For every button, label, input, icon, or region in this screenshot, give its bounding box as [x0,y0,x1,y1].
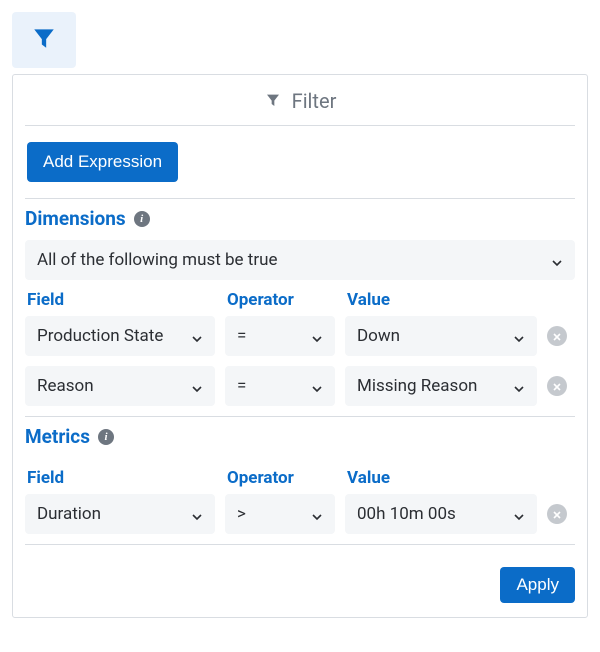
panel-header: Filter [25,81,575,126]
chevron-down-icon [513,380,525,392]
apply-button[interactable]: Apply [500,567,575,603]
operator-select[interactable]: = [225,316,335,356]
value-select[interactable]: Missing Reason [345,366,537,406]
divider [25,544,575,545]
chevron-down-icon [513,508,525,520]
operator-value: > [237,504,246,524]
dimension-row: Production State = Down [25,316,575,356]
remove-row-button[interactable] [547,504,567,524]
field-value: Production State [37,326,163,346]
col-value: Value [345,280,537,316]
add-expression-wrap: Add Expression [25,126,575,190]
metrics-title-row: Metrics i [25,425,575,448]
chevron-down-icon [191,330,203,342]
operator-value: = [237,376,246,396]
close-icon [552,505,562,524]
chevron-down-icon [311,508,323,520]
col-field: Field [25,280,215,316]
dimension-row: Reason = Missing Reason [25,366,575,406]
field-select[interactable]: Production State [25,316,215,356]
value-select[interactable]: 00h 10m 00s [345,494,537,534]
value-value: Down [357,326,400,346]
chevron-down-icon [311,380,323,392]
filter-tab[interactable] [12,12,76,68]
add-expression-button[interactable]: Add Expression [27,142,178,182]
metric-row: Duration > 00h 10m 00s [25,494,575,534]
col-field: Field [25,458,215,494]
operator-select[interactable]: = [225,366,335,406]
filter-panel: Filter Add Expression Dimensions i All o… [12,74,588,618]
remove-row-button[interactable] [547,326,567,346]
col-operator: Operator [225,280,335,316]
divider [25,198,575,199]
dimensions-condition-label: All of the following must be true [37,250,278,270]
metrics-section: Metrics i Field Operator Value Duration … [25,425,575,534]
field-value: Reason [37,376,94,396]
value-value: Missing Reason [357,376,477,396]
chevron-down-icon [311,330,323,342]
field-select[interactable]: Reason [25,366,215,406]
metrics-column-headers: Field Operator Value [25,458,575,494]
chevron-down-icon [191,380,203,392]
panel-footer: Apply [25,553,575,603]
filter-icon [264,89,282,113]
filter-icon [30,25,58,55]
dimensions-column-headers: Field Operator Value [25,280,575,316]
chevron-down-icon [191,508,203,520]
divider [25,416,575,417]
col-value: Value [345,458,537,494]
operator-value: = [237,326,246,346]
metrics-title: Metrics [25,425,90,448]
close-icon [552,327,562,346]
col-operator: Operator [225,458,335,494]
chevron-down-icon [513,330,525,342]
operator-select[interactable]: > [225,494,335,534]
value-select[interactable]: Down [345,316,537,356]
dimensions-title-row: Dimensions i [25,207,575,230]
remove-row-button[interactable] [547,376,567,396]
field-value: Duration [37,504,101,524]
chevron-down-icon [551,254,563,266]
panel-title: Filter [292,89,337,113]
value-value: 00h 10m 00s [357,504,456,524]
field-select[interactable]: Duration [25,494,215,534]
dimensions-title: Dimensions [25,207,126,230]
dimensions-condition-select[interactable]: All of the following must be true [25,240,575,280]
info-icon[interactable]: i [98,429,114,445]
close-icon [552,377,562,396]
info-icon[interactable]: i [134,211,150,227]
dimensions-section: Dimensions i All of the following must b… [25,207,575,406]
